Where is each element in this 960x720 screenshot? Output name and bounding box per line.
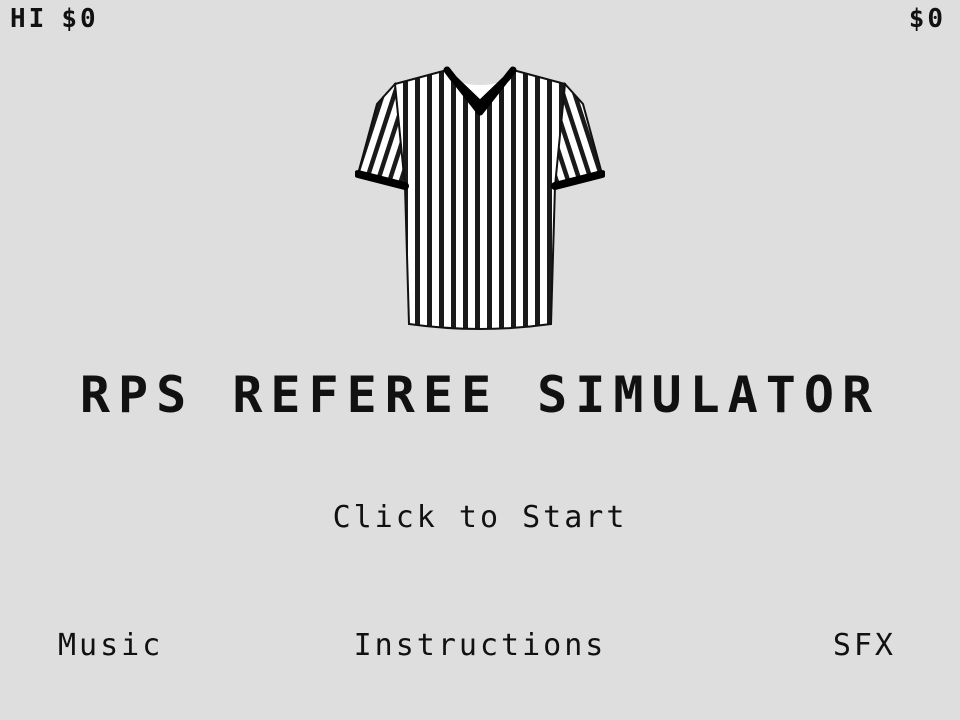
game-title: RPS REFEREE SIMULATOR [79, 366, 881, 424]
high-score: HI $0 [10, 4, 99, 34]
start-button[interactable]: Click to Start [0, 500, 960, 535]
referee-jersey-icon [355, 66, 605, 330]
game-screen[interactable]: HI $0 $0 RPS REFEREE SIMULATOR Click to … [0, 0, 960, 720]
high-score-label: HI [10, 4, 48, 34]
instructions-link[interactable]: Instructions [354, 628, 607, 663]
high-score-value: $0 [61, 4, 99, 34]
instructions-button: Instructions [0, 628, 960, 663]
sfx-toggle-button[interactable]: SFX [833, 628, 896, 663]
money-counter: $0 [908, 4, 946, 34]
